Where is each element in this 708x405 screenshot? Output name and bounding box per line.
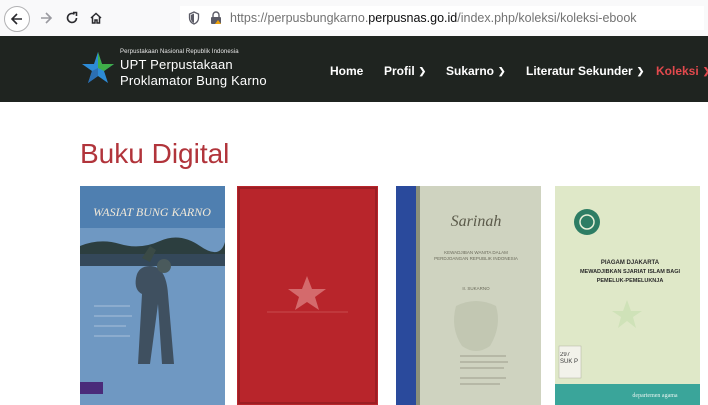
nav-sukarno[interactable]: Sukarno ❯ [446,64,506,78]
book-cover-sarinah[interactable]: Sarinah KEWADJIBAN WANITA DALAM PERDJOAN… [396,186,541,405]
nav-koleksi[interactable]: Koleksi ❯ [656,64,708,78]
reload-button[interactable] [62,6,82,30]
nav-sukarno-label: Sukarno [446,64,495,78]
chevron-down-icon: ❯ [703,66,708,77]
back-button[interactable] [4,6,30,32]
nav-home-label: Home [330,64,364,78]
home-icon [90,12,102,24]
brand-title-line1[interactable]: UPT Perpustakaan [120,57,233,72]
chevron-down-icon: ❯ [636,65,645,76]
reload-icon [66,11,78,24]
book-cover-subtitle: MEWADJIBKAN SJARIAT ISLAM BAGI PEMELUK-P… [579,269,681,284]
nav-home[interactable]: Home [330,64,363,78]
book-cover-piagam-djakarta[interactable]: PIAGAM DJAKARTA MEWADJIBKAN SJARIAT ISLA… [555,186,700,405]
star-logo-icon[interactable] [80,50,116,86]
chevron-down-icon: ❯ [498,65,506,76]
nav-profil[interactable]: Profil ❯ [384,64,426,78]
site-header: Perpustakaan Nasional Republik Indonesia… [0,36,708,102]
book-cover-subtitle: KEWADJIBAN WANITA DALAM PERDJOANGAN REPU… [434,250,518,261]
nav-literatur-label: Literatur Sekunder [526,64,633,78]
chevron-down-icon: ❯ [418,65,427,76]
url-domain: perpusnas.go.id [368,11,458,25]
arrow-right-icon [41,12,53,24]
shield-icon[interactable] [188,11,200,25]
home-button[interactable] [86,6,106,30]
nav-literatur-sekunder[interactable]: Literatur Sekunder ❯ [526,64,644,78]
forward-button[interactable] [36,6,56,30]
book-cover-art: PIAGAM DJAKARTA MEWADJIBKAN SJARIAT ISLA… [555,186,700,405]
book-cover-title: PIAGAM DJAKARTA [601,260,660,266]
book-cover-art: Sarinah KEWADJIBAN WANITA DALAM PERDJOAN… [396,186,541,405]
url-path: /index.php/koleksi/koleksi-ebook [457,11,637,25]
book-cover-author: Ir. SUKARNO [462,286,490,291]
book-cover-title: WASIAT BUNG KARNO [93,205,211,219]
browser-toolbar: https://perpusbungkarno.perpusnas.go.id/… [0,0,708,37]
arrow-left-icon [10,13,22,25]
nav-profil-label: Profil [384,64,415,78]
book-cover-red-star[interactable] [237,186,378,405]
book-cover-title: Sarinah [451,213,502,230]
book-cover-art: WASIAT BUNG KARNO [80,186,225,405]
address-bar[interactable]: https://perpusbungkarno.perpusnas.go.id/… [180,6,704,30]
book-cover-footer: departemen agama [632,393,677,399]
book-cover-art [237,186,378,405]
book-call-number: 297 SUK P [560,352,579,365]
nav-koleksi-label: Koleksi [656,64,699,78]
book-cover-wasiat-bung-karno[interactable]: WASIAT BUNG KARNO [80,186,225,405]
lock-warning-icon[interactable] [210,11,222,25]
brand-title-line2[interactable]: Proklamator Bung Karno [120,73,267,88]
url-prefix: https://perpusbungkarno. [230,11,369,25]
url-text: https://perpusbungkarno.perpusnas.go.id/… [230,11,637,25]
org-name: Perpustakaan Nasional Republik Indonesia [120,49,239,55]
page-title: Buku Digital [80,138,230,169]
